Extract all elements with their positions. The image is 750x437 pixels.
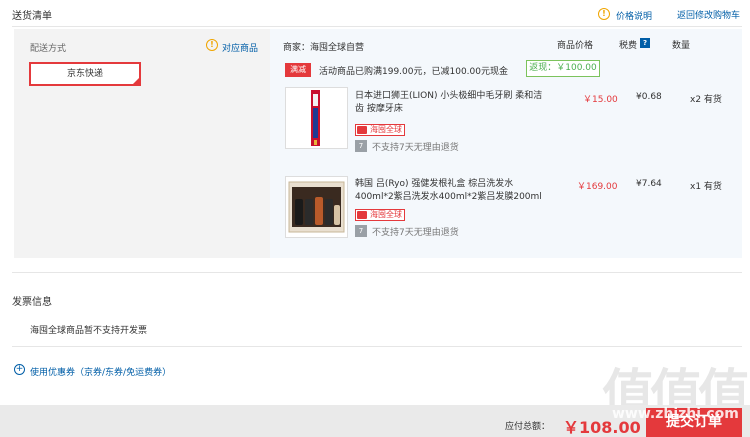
product-tax: ¥7.64 — [636, 179, 662, 189]
shipping-method-label: 配送方式 — [30, 44, 67, 54]
promo-badge: 满减 — [285, 63, 311, 77]
return-policy-text: 不支持7天无理由退货 — [372, 228, 459, 238]
product-name[interactable]: 韩国 吕(Ryo) 强健发根礼盒 棕吕洗发水400ml*2紫吕洗发水400ml*… — [355, 178, 545, 204]
info-icon: ! — [206, 39, 218, 51]
store-name: 商家：海囤全球自营 — [283, 43, 365, 53]
global-tag: 海囤全球 — [355, 124, 405, 136]
return-policy-text: 不支持7天无理由退货 — [372, 143, 459, 153]
product-quantity: x2 有货 — [690, 95, 722, 105]
column-header-qty: 数量 — [672, 41, 691, 51]
column-header-price: 商品价格 — [557, 41, 594, 51]
product-quantity: x1 有货 — [690, 182, 722, 192]
product-tax: ¥0.68 — [636, 92, 662, 102]
global-tag-label: 海囤全球 — [370, 210, 402, 219]
no-return-icon: 7 — [355, 225, 367, 237]
shipping-option-label: 京东快递 — [66, 69, 103, 79]
promo-text: 活动商品已购满199.00元，已减100.00元现金 — [319, 67, 508, 77]
match-goods-link[interactable]: 对应商品 — [222, 41, 258, 54]
watermark-url: www.zhizhi.com — [612, 406, 739, 422]
product-price: ￥169.00 — [577, 182, 618, 192]
global-tag: 海囤全球 — [355, 209, 405, 221]
product-price: ￥15.00 — [583, 95, 618, 105]
divider — [12, 26, 742, 27]
use-coupon-link[interactable]: 使用优惠券（京券/东券/免运费券） — [30, 365, 171, 378]
global-tag-label: 海囤全球 — [370, 125, 402, 134]
back-to-cart-link[interactable]: 返回修改购物车 — [677, 8, 740, 21]
info-icon: ! — [598, 8, 610, 20]
product-name[interactable]: 日本进口狮王(LION) 小头极细中毛牙刷 柔和洁齿 按摩牙床 — [355, 90, 545, 116]
cashback-badge: 返现：￥100.00 — [526, 60, 600, 77]
global-icon — [357, 211, 367, 219]
product-image-toothbrush[interactable] — [285, 87, 348, 149]
divider — [12, 272, 742, 273]
no-return-icon: 7 — [355, 140, 367, 152]
product-image-shampoo-set[interactable] — [285, 176, 348, 238]
column-header-tax: 税费 — [619, 41, 638, 51]
price-note-link[interactable]: 价格说明 — [616, 9, 652, 22]
total-label: 应付总额： — [505, 422, 551, 432]
invoice-title: 发票信息 — [12, 297, 52, 308]
page-title: 送货清单 — [12, 11, 52, 22]
help-icon[interactable]: ? — [640, 38, 650, 48]
shipping-option-jd-express[interactable]: 京东快递 — [29, 62, 141, 86]
divider — [12, 346, 742, 347]
plus-circle-icon[interactable]: + — [14, 364, 25, 375]
global-icon — [357, 126, 367, 134]
invoice-note: 海囤全球商品暂不支持开发票 — [30, 326, 148, 336]
selected-corner-icon — [132, 77, 140, 85]
